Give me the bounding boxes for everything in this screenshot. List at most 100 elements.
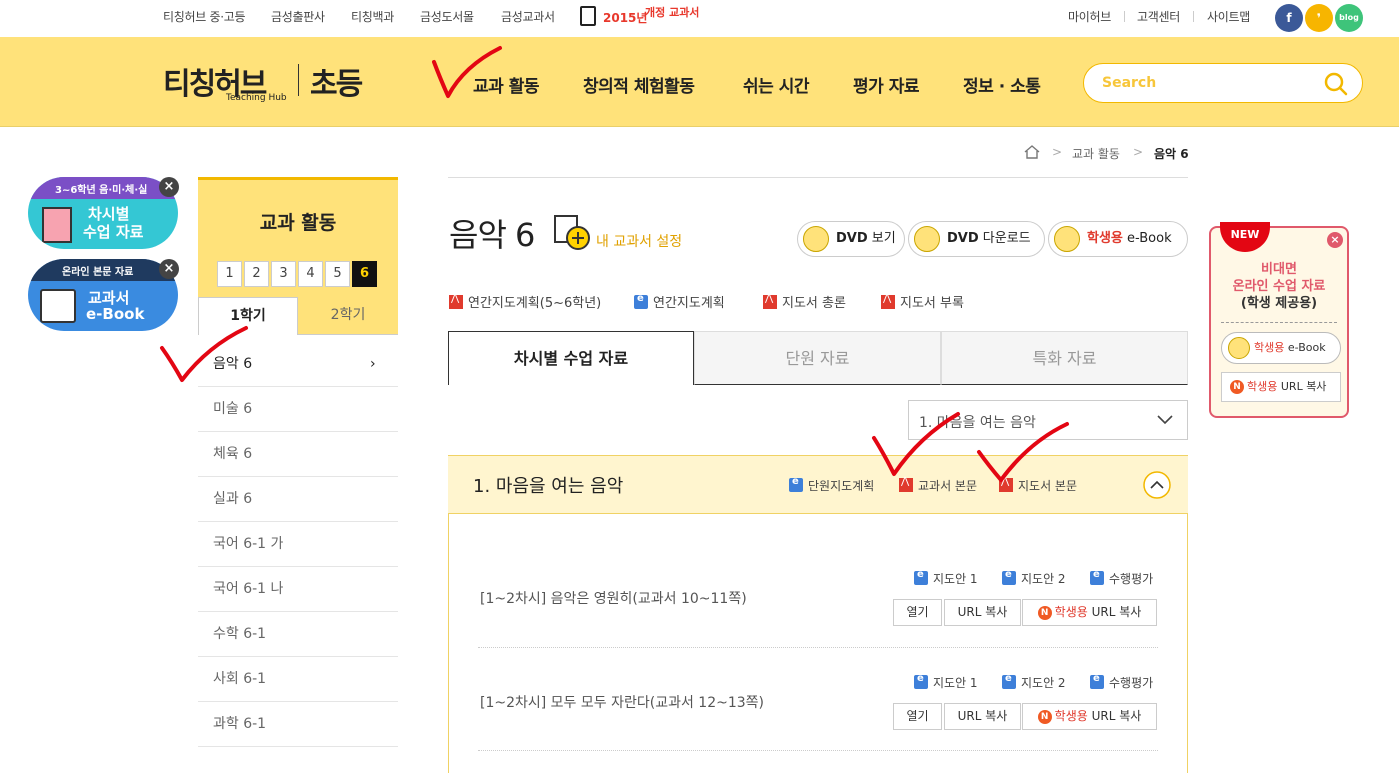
dvd-view-button[interactable]: DVD 보기 (797, 221, 905, 257)
sidebar-title: 교과 활동 (259, 212, 337, 234)
doc-link-label: 연간지도계획(5~6학년) (468, 296, 602, 311)
student-ebook-button[interactable]: 학생용 e-Book (1048, 221, 1188, 257)
facebook-icon[interactable]: f (1275, 4, 1303, 32)
nav-creative-activity[interactable]: 창의적 체험활동 (583, 72, 695, 97)
close-icon[interactable]: × (159, 259, 179, 279)
sidebar-item-practical[interactable]: 실과 6 (198, 477, 398, 522)
top-link-secondary[interactable]: 티칭허브 중·고등 (163, 8, 246, 25)
search-input[interactable] (1102, 73, 1302, 93)
banner-lesson-materials[interactable]: 3~6학년 음·미·체·실 차시별 수업 자료 (28, 177, 178, 249)
banner-top-text: 온라인 본문 자료 (62, 267, 134, 278)
divider (478, 647, 1158, 648)
hwp-icon (789, 476, 803, 492)
top-link-encyclopedia[interactable]: 티칭백과 (351, 8, 394, 25)
button-bold: 학생용 (1254, 341, 1285, 354)
book-icon (580, 6, 596, 26)
resource-label: 수행평가 (1109, 676, 1154, 690)
tab-semester-2[interactable]: 2학기 (298, 297, 398, 335)
performance-eval-link[interactable]: 수행평가 (1090, 673, 1154, 691)
banner-ebook[interactable]: 온라인 본문 자료 교과서 e-Book (28, 259, 178, 331)
popup-url-copy-button[interactable]: N 학생용 URL 복사 (1221, 372, 1341, 402)
n-icon: N (1037, 606, 1052, 620)
popup-ebook-button[interactable]: 학생용 e-Book (1221, 332, 1341, 364)
nav-break-time[interactable]: 쉬는 시간 (743, 72, 809, 97)
doc-link-annual-plan-hwp[interactable]: 연간지도계획 (634, 292, 725, 311)
grade-button-3[interactable]: 3 (271, 261, 296, 287)
top-link-myhub[interactable]: 마이허브 (1068, 8, 1111, 25)
doc-link-label: 연간지도계획 (653, 296, 725, 311)
main-header: 티칭허브 Teaching Hub 초등 교과 활동 창의적 체험활동 쉬는 시… (0, 37, 1399, 127)
top-link-textbook[interactable]: 금성교과서 (501, 8, 555, 25)
my-textbook-label: 내 교과서 설정 (596, 234, 683, 250)
chevron-right-icon: > (1133, 145, 1144, 159)
my-textbook-setting[interactable]: 내 교과서 설정 (554, 214, 682, 256)
search-icon[interactable] (1324, 72, 1348, 96)
doc-link-guide-general[interactable]: 지도서 총론 (763, 292, 846, 311)
grade-button-2[interactable]: 2 (244, 261, 269, 287)
lesson-plan-2-link[interactable]: 지도안 2 (1002, 673, 1066, 691)
top-link-sitemap[interactable]: 사이트맵 (1207, 8, 1250, 25)
close-icon[interactable]: × (1327, 232, 1343, 248)
sidebar-item-science[interactable]: 과학 6-1 (198, 702, 398, 747)
sidebar-item-pe[interactable]: 체육 6 (198, 432, 398, 477)
url-copy-button[interactable]: URL 복사 (944, 703, 1021, 730)
breadcrumb-item[interactable]: 교과 활동 (1072, 145, 1120, 162)
doc-link-annual-plan-pdf[interactable]: 연간지도계획(5~6학년) (449, 292, 601, 311)
performance-eval-link[interactable]: 수행평가 (1090, 569, 1154, 587)
student-url-copy-button[interactable]: N 학생용 URL 복사 (1022, 703, 1157, 730)
lesson-title[interactable]: [1~2차시] 음악은 영원히(교과서 10~11쪽) (480, 588, 747, 608)
promo-text[interactable]: 개정 교과서 (645, 4, 699, 20)
top-link-publisher[interactable]: 금성출판사 (271, 8, 325, 25)
annotation-check-icon (977, 422, 1069, 482)
grade-button-6[interactable]: 6 (352, 261, 377, 287)
blog-icon[interactable]: blog (1335, 4, 1363, 32)
close-icon[interactable]: × (159, 177, 179, 197)
banner-line2: e-Book (86, 305, 145, 323)
url-copy-button[interactable]: URL 복사 (944, 599, 1021, 626)
dvd-download-button[interactable]: DVD 다운로드 (908, 221, 1045, 257)
chevron-right-icon: > (1052, 145, 1063, 159)
search-box[interactable] (1083, 63, 1363, 103)
logo-sub: Teaching Hub (226, 93, 287, 103)
pdf-icon (881, 293, 895, 309)
divider (1193, 11, 1194, 22)
top-link-bookmall[interactable]: 금성도서몰 (420, 8, 474, 25)
lesson-title[interactable]: [1~2차시] 모두 모두 자란다(교과서 12~13쪽) (480, 692, 764, 712)
lesson-plan-1-link[interactable]: 지도안 1 (914, 673, 978, 691)
lesson-plan-2-link[interactable]: 지도안 2 (1002, 569, 1066, 587)
student-url-copy-button[interactable]: N 학생용 URL 복사 (1022, 599, 1157, 626)
nav-info-community[interactable]: 정보 · 소통 (963, 72, 1041, 97)
sidebar-item-math[interactable]: 수학 6-1 (198, 612, 398, 657)
grade-button-5[interactable]: 5 (325, 261, 350, 287)
sidebar-item-art[interactable]: 미술 6 (198, 387, 398, 432)
home-icon[interactable] (1023, 144, 1041, 160)
open-button[interactable]: 열기 (893, 703, 942, 730)
promo-year[interactable]: 2015년 (603, 9, 647, 26)
sidebar-item-social[interactable]: 사회 6-1 (198, 657, 398, 702)
tab-special-materials[interactable]: 특화 자료 (941, 331, 1188, 385)
sidebar-item-label: 국어 6-1 가 (213, 536, 284, 552)
kakao-icon[interactable]: ❜ (1305, 4, 1333, 32)
ebook-icon (1228, 337, 1250, 359)
hwp-icon (1090, 673, 1104, 689)
sidebar-item-korean-a[interactable]: 국어 6-1 가 (198, 522, 398, 567)
open-button[interactable]: 열기 (893, 599, 942, 626)
unit-link-label: 단원지도계획 (808, 479, 875, 493)
unit-plan-link[interactable]: 단원지도계획 (789, 476, 875, 494)
sidebar-item-label: 체육 6 (213, 446, 253, 462)
collapse-icon[interactable] (1142, 470, 1172, 500)
sidebar-item-korean-b[interactable]: 국어 6-1 나 (198, 567, 398, 612)
tab-lesson-materials[interactable]: 차시별 수업 자료 (448, 331, 694, 385)
lesson-plan-1-link[interactable]: 지도안 1 (914, 569, 978, 587)
lesson-list (448, 513, 1188, 773)
grade-button-1[interactable]: 1 (217, 261, 242, 287)
resource-label: 수행평가 (1109, 572, 1154, 586)
grade-button-4[interactable]: 4 (298, 261, 323, 287)
tab-unit-materials[interactable]: 단원 자료 (694, 331, 941, 385)
doc-link-guide-appendix[interactable]: 지도서 부록 (881, 292, 964, 311)
nav-assessment[interactable]: 평가 자료 (853, 72, 919, 97)
top-link-support[interactable]: 고객센터 (1137, 8, 1180, 25)
hwp-icon (1090, 569, 1104, 585)
n-icon: N (1037, 710, 1052, 724)
new-badge: NEW (1220, 222, 1270, 252)
